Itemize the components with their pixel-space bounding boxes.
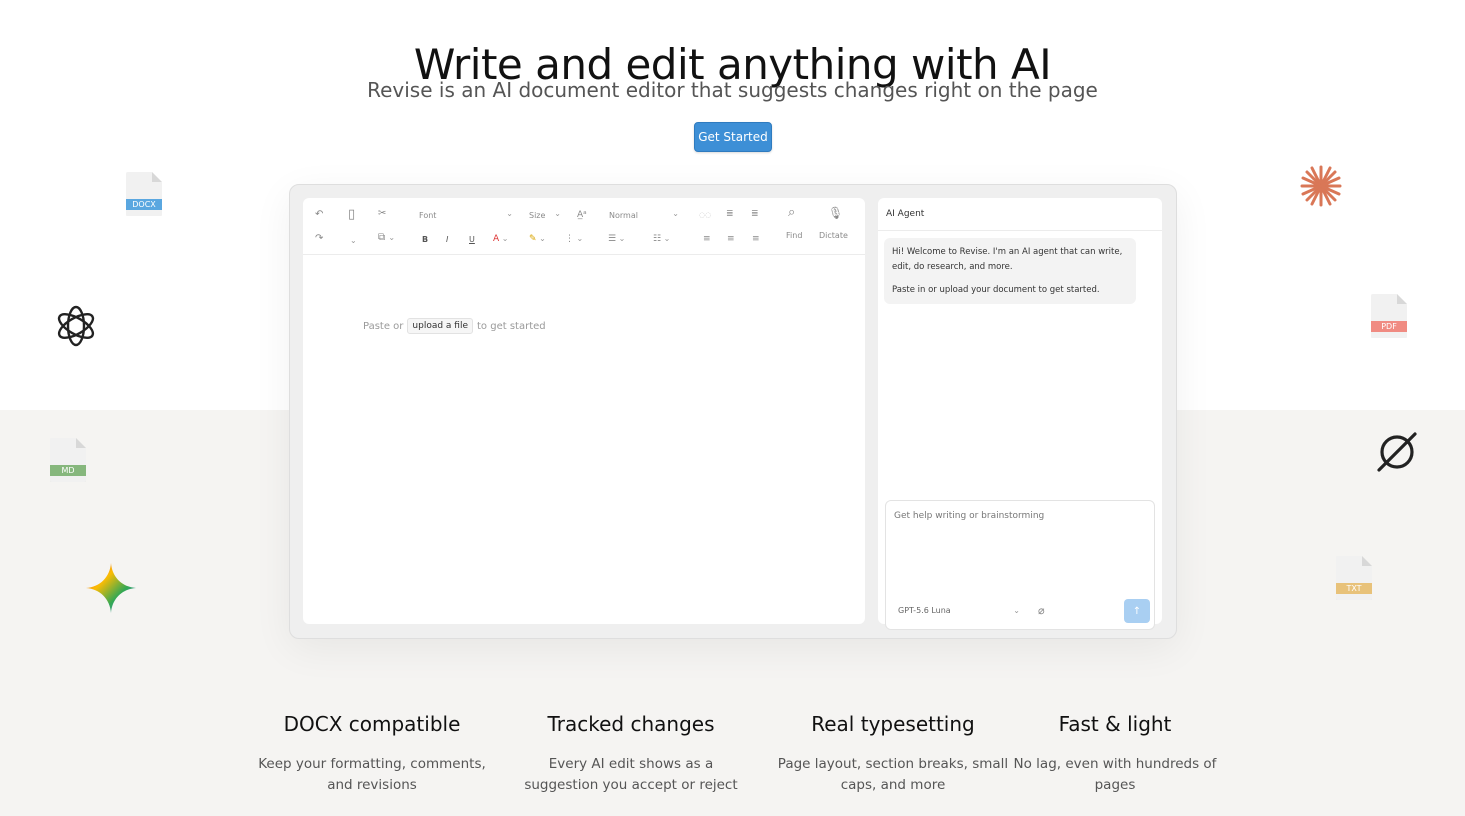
- feature-fast-light: Fast & light No lag, even with hundreds …: [1013, 712, 1217, 793]
- style-select[interactable]: Normal ⌄: [605, 208, 679, 222]
- agent-input[interactable]: Get help writing or brainstorming: [894, 511, 1044, 521]
- size-select[interactable]: Size ⌄: [525, 208, 561, 222]
- attach-icon[interactable]: ⌀: [1038, 604, 1045, 617]
- more-format-icon[interactable]: ⋮ ⌄: [565, 234, 583, 244]
- agent-header: AI Agent: [878, 198, 1162, 231]
- upload-file-button[interactable]: upload a file: [407, 318, 474, 334]
- editor-toolbar: ↶ ↷ ▯ ⌄ ✂ ⧉ ⌄ Font ⌄ Size ⌄ A̲ᵃ Normal ⌄…: [303, 198, 865, 255]
- pdf-file-icon: PDF: [1371, 294, 1407, 338]
- app-window: ↶ ↷ ▯ ⌄ ✂ ⧉ ⌄ Font ⌄ Size ⌄ A̲ᵃ Normal ⌄…: [289, 184, 1177, 639]
- agent-welcome-message: Hi! Welcome to Revise. I'm an AI agent t…: [884, 238, 1136, 304]
- align-left-icon[interactable]: ≡: [703, 234, 711, 244]
- agent-compose-box[interactable]: Get help writing or brainstorming GPT-5.…: [885, 500, 1155, 630]
- search-icon: ⌕: [788, 205, 796, 220]
- chevron-down-icon: ⌄: [1013, 605, 1020, 615]
- editor-placeholder: Paste or upload a file to get started: [363, 318, 546, 334]
- arrow-up-icon: ↑: [1132, 605, 1142, 617]
- dictate-button[interactable]: 🎙 Dictate: [815, 206, 851, 246]
- copy-icon[interactable]: ⧉ ⌄: [378, 233, 395, 243]
- claude-asterisk-icon: [1300, 165, 1342, 207]
- font-select[interactable]: Font ⌄: [415, 208, 515, 222]
- cut-icon[interactable]: ✂: [378, 209, 386, 219]
- get-started-button[interactable]: Get Started: [694, 122, 772, 152]
- txt-file-icon: TXT: [1336, 556, 1372, 600]
- indent-increase-icon[interactable]: ≣: [751, 209, 759, 219]
- style-chevron-icon: ⌄: [672, 209, 679, 218]
- agent-title: AI Agent: [886, 209, 925, 219]
- highlight-icon[interactable]: ✎ ⌄: [529, 234, 546, 244]
- numbered-list-icon[interactable]: ☷ ⌄: [653, 234, 670, 244]
- feature-typesetting: Real typesetting Page layout, section br…: [777, 712, 1009, 793]
- font-color-icon[interactable]: A ⌄: [493, 234, 508, 244]
- italic-icon[interactable]: I: [446, 235, 448, 245]
- font-chevron-icon: ⌄: [506, 209, 513, 218]
- text-effects-icon[interactable]: A̲ᵃ: [577, 210, 587, 220]
- find-button[interactable]: ⌕ Find: [781, 205, 807, 246]
- bullet-list-icon[interactable]: ☰ ⌄: [608, 234, 625, 244]
- gemini-star-icon: [86, 563, 136, 613]
- md-file-icon: MD: [50, 438, 86, 482]
- openai-icon: [57, 305, 95, 347]
- ai-agent-panel: AI Agent Hi! Welcome to Revise. I'm an A…: [878, 198, 1162, 630]
- perplexity-icon: [1377, 432, 1417, 472]
- hero-subtitle: Revise is an AI document editor that sug…: [367, 78, 1098, 102]
- send-button[interactable]: ↑: [1124, 599, 1150, 623]
- indent-decrease-icon[interactable]: ≣: [726, 209, 734, 219]
- feature-tracked-changes: Tracked changes Every AI edit shows as a…: [524, 712, 738, 793]
- redo-icon[interactable]: ↷: [315, 234, 323, 244]
- paste-chevron-icon[interactable]: ⌄: [350, 236, 357, 246]
- model-select[interactable]: GPT-5.6 Luna ⌄: [890, 599, 1024, 621]
- paste-icon[interactable]: ▯: [348, 208, 355, 221]
- align-center-icon[interactable]: ≡: [727, 234, 735, 244]
- size-chevron-icon: ⌄: [554, 209, 561, 218]
- undo-icon[interactable]: ↶: [315, 210, 323, 220]
- document-editor[interactable]: ↶ ↷ ▯ ⌄ ✂ ⧉ ⌄ Font ⌄ Size ⌄ A̲ᵃ Normal ⌄…: [303, 198, 865, 624]
- microphone-icon: 🎙: [828, 206, 844, 220]
- underline-icon[interactable]: U: [469, 235, 475, 245]
- disabled-tool-icon: ◌◌: [699, 211, 712, 219]
- bold-icon[interactable]: B: [422, 235, 428, 245]
- align-right-icon[interactable]: ≡: [752, 234, 760, 244]
- docx-file-icon: DOCX: [126, 172, 162, 216]
- feature-docx: DOCX compatible Keep your formatting, co…: [258, 712, 486, 793]
